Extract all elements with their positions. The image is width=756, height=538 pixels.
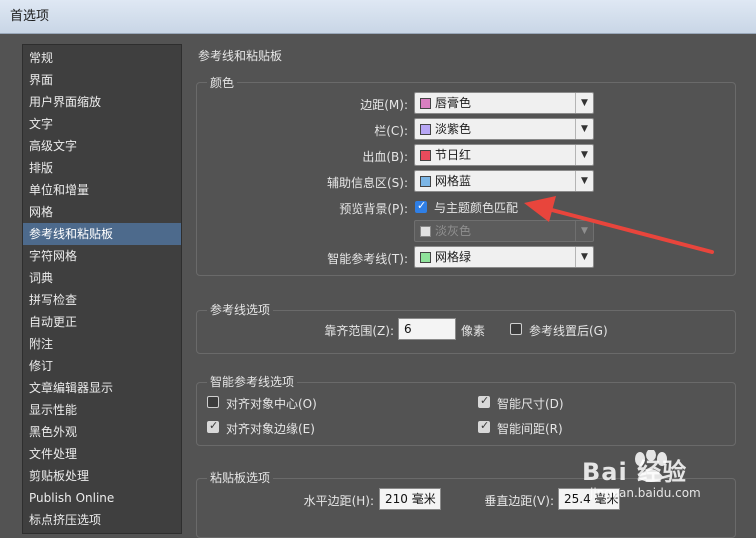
margins-color-select[interactable]: 唇膏色 ▼ (414, 92, 594, 114)
sidebar-item[interactable]: 高级文字 (23, 135, 181, 157)
margins-color-swatch (420, 98, 431, 109)
baidu-watermark: Bai 经验 jingyan.baidu.com (582, 446, 752, 516)
smart-spacing-label: 智能间距(R) (497, 422, 563, 436)
align-center-label: 对齐对象中心(O) (226, 397, 317, 411)
guides-in-back-checkbox[interactable] (510, 323, 522, 335)
sidebar-item[interactable]: 修订 (23, 355, 181, 377)
sidebar-item[interactable]: 单位和增量 (23, 179, 181, 201)
smart-guides-label: 智能参考线(T): (327, 252, 408, 266)
snap-range-label: 靠齐范围(Z): (324, 324, 394, 338)
sidebar-item[interactable]: 黑色外观 (23, 421, 181, 443)
sidebar-item[interactable]: 文字 (23, 113, 181, 135)
smart-guide-options-title: 智能参考线选项 (207, 373, 298, 390)
preview-background-label: 预览背景(P): (339, 202, 408, 216)
align-edges-label: 对齐对象边缘(E) (226, 422, 315, 436)
sidebar-item[interactable]: 参考线和粘贴板 (23, 223, 181, 245)
pasteboard-options-title: 粘贴板选项 (207, 469, 274, 486)
chevron-down-icon[interactable]: ▼ (575, 93, 593, 113)
sidebar-item[interactable]: 自动更正 (23, 311, 181, 333)
snap-range-input[interactable]: 6 (398, 318, 456, 340)
margins-color-value: 唇膏色 (435, 96, 472, 110)
smart-dimensions-checkbox[interactable]: ✓ (478, 394, 490, 408)
check-icon: ✓ (417, 199, 427, 212)
check-icon: ✓ (480, 419, 490, 432)
check-icon: ✓ (209, 419, 219, 432)
snap-range-unit: 像素 (461, 324, 486, 338)
window-title: 首选项 (10, 9, 50, 24)
check-icon: ✓ (480, 394, 490, 407)
horizontal-margin-label: 水平边距(H): (303, 494, 374, 508)
sidebar-item[interactable]: 标点挤压选项 (23, 509, 181, 531)
match-theme-label: 与主题颜色匹配 (434, 201, 519, 215)
columns-color-swatch (420, 124, 431, 135)
sidebar-item[interactable]: 剪贴板处理 (23, 465, 181, 487)
smart-guides-color-value: 网格绿 (435, 250, 472, 264)
sidebar-item[interactable]: 文章编辑器显示 (23, 377, 181, 399)
sidebar-item[interactable]: Publish Online (23, 487, 181, 509)
sidebar-item[interactable]: 附注 (23, 333, 181, 355)
chevron-down-icon[interactable]: ▼ (575, 145, 593, 165)
columns-color-value: 淡紫色 (435, 122, 472, 136)
match-theme-checkbox[interactable]: ✓ (415, 199, 427, 213)
chevron-down-icon[interactable]: ▼ (575, 221, 593, 241)
horizontal-margin-input[interactable]: 210 毫米 (379, 488, 441, 510)
bleed-color-select[interactable]: 节日红 ▼ (414, 144, 594, 166)
slug-color-value: 网格蓝 (435, 174, 472, 188)
chevron-down-icon[interactable]: ▼ (575, 247, 593, 267)
preview-color-swatch (420, 226, 431, 237)
guide-options-title: 参考线选项 (207, 301, 274, 318)
smart-guides-color-swatch (420, 252, 431, 263)
chevron-down-icon[interactable]: ▼ (575, 171, 593, 191)
watermark-brand: Bai 经验 (582, 458, 688, 486)
slug-label: 辅助信息区(S): (326, 176, 408, 190)
watermark-url: jingyan.baidu.com (590, 486, 701, 500)
sidebar-item[interactable]: 拼写检查 (23, 289, 181, 311)
smart-guides-color-select[interactable]: 网格绿 ▼ (414, 246, 594, 268)
columns-color-select[interactable]: 淡紫色 ▼ (414, 118, 594, 140)
smart-spacing-checkbox[interactable]: ✓ (478, 419, 490, 433)
sidebar-item[interactable]: 字符网格 (23, 245, 181, 267)
sidebar-item[interactable]: 文件处理 (23, 443, 181, 465)
slug-color-select[interactable]: 网格蓝 ▼ (414, 170, 594, 192)
smart-dimensions-label: 智能尺寸(D) (497, 397, 564, 411)
color-group-title: 颜色 (207, 74, 238, 91)
sidebar-item[interactable]: 排版 (23, 157, 181, 179)
margins-label: 边距(M): (360, 98, 408, 112)
align-center-checkbox[interactable] (207, 396, 219, 408)
sidebar-item[interactable]: 界面 (23, 69, 181, 91)
bleed-color-value: 节日红 (435, 148, 472, 162)
sidebar-item[interactable]: 显示性能 (23, 399, 181, 421)
sidebar-item[interactable]: 网格 (23, 201, 181, 223)
slug-color-swatch (420, 176, 431, 187)
sidebar-item[interactable]: 常规 (23, 47, 181, 69)
section-title: 参考线和粘贴板 (198, 49, 283, 63)
guides-in-back-label: 参考线置后(G) (529, 324, 608, 338)
preview-color-value: 淡灰色 (435, 224, 472, 238)
align-edges-checkbox[interactable]: ✓ (207, 419, 219, 433)
window-title-bar[interactable]: 首选项 (0, 0, 756, 34)
sidebar-item[interactable]: 词典 (23, 267, 181, 289)
sidebar-item[interactable]: 用户界面缩放 (23, 91, 181, 113)
bleed-label: 出血(B): (362, 150, 408, 164)
preview-color-select[interactable]: 淡灰色 ▼ (414, 220, 594, 242)
bleed-color-swatch (420, 150, 431, 161)
columns-label: 栏(C): (374, 124, 408, 138)
preferences-sidebar: 常规 界面 用户界面缩放 文字 高级文字 排版 单位和增量 网格 参考线和粘贴板 字符网格 词典 拼写… (22, 44, 182, 534)
chevron-down-icon[interactable]: ▼ (575, 119, 593, 139)
vertical-margin-label: 垂直边距(V): (484, 494, 554, 508)
